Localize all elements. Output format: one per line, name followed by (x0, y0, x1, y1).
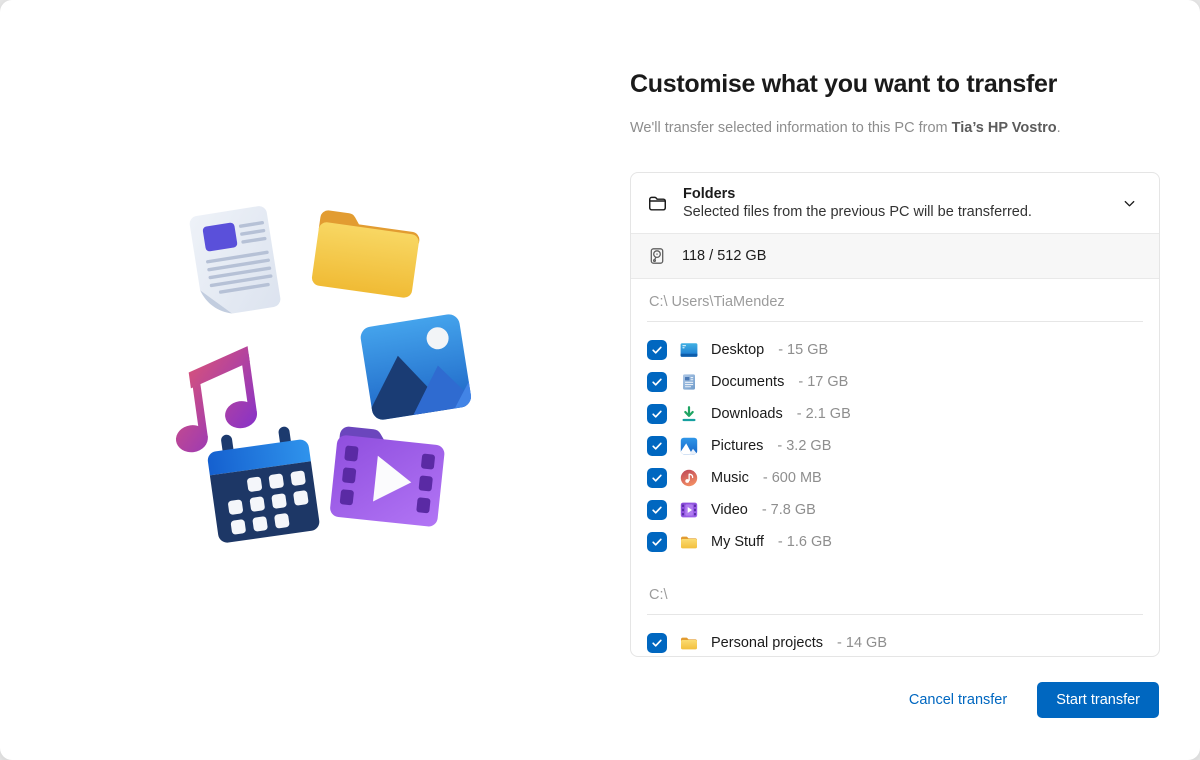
row-checkbox[interactable] (647, 633, 667, 653)
folder-row: Desktop - 15 GB (647, 334, 1143, 366)
card-description: Selected files from the previous PC will… (683, 204, 1100, 220)
documents-icon (679, 372, 699, 392)
row-label: Music (711, 470, 749, 486)
row-checkbox[interactable] (647, 532, 667, 552)
page-title: Customise what you want to transfer (630, 70, 1057, 99)
source-pc-name: Tia’s HP Vostro (952, 120, 1057, 136)
folder-group-list: C:\ Users\TiaMendez Desktop - 15 GB Documen… (631, 279, 1159, 657)
row-label: Video (711, 502, 748, 518)
row-label: Pictures (711, 438, 763, 454)
downloads-icon (679, 404, 699, 424)
storage-usage-text: 118 / 512 GB (682, 248, 766, 264)
row-size: - 3.2 GB (777, 438, 831, 454)
cancel-transfer-button[interactable]: Cancel transfer (909, 692, 1007, 708)
folder-row: Video - 7.8 GB (647, 494, 1143, 526)
group-path: C:\ (647, 572, 1143, 615)
row-size: - 7.8 GB (762, 502, 816, 518)
row-checkbox[interactable] (647, 468, 667, 488)
row-label: Desktop (711, 342, 764, 358)
folder-group: C:\ Users\TiaMendez Desktop - 15 GB Documen… (647, 279, 1143, 572)
transfer-items-illustration (0, 0, 520, 600)
hard-drive-icon (647, 246, 667, 266)
row-label: My Stuff (711, 534, 764, 550)
chevron-down-icon[interactable] (1115, 189, 1143, 217)
folder-row: Pictures - 3.2 GB (647, 430, 1143, 462)
folders-card: Folders Selected files from the previous… (630, 172, 1160, 657)
video-icon (679, 500, 699, 520)
row-label: Documents (711, 374, 784, 390)
row-size: - 17 GB (798, 374, 848, 390)
row-size: - 600 MB (763, 470, 822, 486)
pictures-icon (679, 436, 699, 456)
folder-outline-icon (647, 193, 668, 214)
start-transfer-button[interactable]: Start transfer (1037, 682, 1159, 718)
row-label: Downloads (711, 406, 783, 422)
folder-row: Personal projects - 14 GB (647, 627, 1143, 657)
subtitle-suffix: . (1057, 120, 1061, 136)
folder-illustration-icon (300, 194, 433, 310)
folder-row: My Stuff - 1.6 GB (647, 526, 1143, 558)
folder-items: Desktop- 15 GBDocuments- 17 GBDownloads-… (647, 322, 1143, 572)
picture-illustration-icon (354, 306, 478, 430)
desktop-icon (679, 340, 699, 360)
folder-items: Personal projects - 14 GB (647, 615, 1143, 657)
row-size: - 1.6 GB (778, 534, 832, 550)
subtitle-prefix: We'll transfer selected information to t… (630, 120, 952, 136)
card-title: Folders (683, 186, 1100, 202)
row-checkbox[interactable] (647, 500, 667, 520)
folders-card-header: Folders Selected files from the previous… (631, 173, 1159, 233)
row-checkbox[interactable] (647, 340, 667, 360)
subtitle: We'll transfer selected information to t… (630, 120, 1061, 136)
group-path: C:\ Users\TiaMendez (647, 279, 1143, 322)
folder-yellow-icon (679, 633, 699, 653)
row-checkbox[interactable] (647, 436, 667, 456)
folder-row: Music - 600 MB (647, 462, 1143, 494)
row-size: - 14 GB (837, 635, 887, 651)
transfer-window: Customise what you want to transfer We'l… (0, 0, 1200, 760)
row-checkbox[interactable] (647, 372, 667, 392)
music-icon (679, 468, 699, 488)
folder-row: Documents - 17 GB (647, 366, 1143, 398)
row-size: - 15 GB (778, 342, 828, 358)
document-illustration-icon (179, 195, 296, 327)
folder-group: C:\ Personal projects - 14 GB (647, 572, 1143, 657)
row-checkbox[interactable] (647, 404, 667, 424)
row-label: Personal projects (711, 635, 823, 651)
row-size: - 2.1 GB (797, 406, 851, 422)
footer-actions: Cancel transfer Start transfer (909, 682, 1159, 718)
video-folder-illustration-icon (321, 414, 457, 534)
calendar-illustration-icon (196, 420, 331, 554)
storage-usage-row: 118 / 512 GB (631, 233, 1159, 279)
folder-row: Downloads - 2.1 GB (647, 398, 1143, 430)
folder-yellow-icon (679, 532, 699, 552)
